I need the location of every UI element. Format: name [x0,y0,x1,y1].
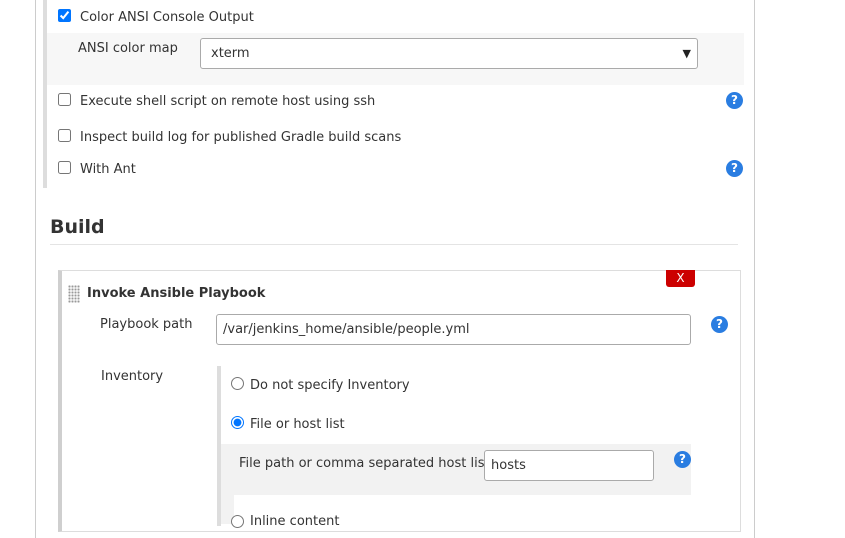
ansi-color-map-value: xterm [211,46,250,61]
inventory-label: Inventory [101,369,164,384]
help-icon[interactable]: ? [674,451,691,468]
ansi-color-map-select[interactable]: xterm ▼ [200,38,698,69]
drag-handle-icon[interactable] [68,285,80,303]
help-icon[interactable]: ? [726,160,743,177]
ansi-color-map-label: ANSI color map [78,41,178,56]
host-list-row-edge [221,444,234,524]
help-icon[interactable]: ? [711,316,728,333]
color-ansi-label: Color ANSI Console Output [80,10,254,25]
inventory-none-radio[interactable] [231,377,244,390]
delete-step-button[interactable]: X [666,270,695,287]
section-divider [50,244,738,245]
playbook-path-label: Playbook path [100,317,193,332]
help-icon[interactable]: ? [726,92,743,109]
build-section-title: Build [50,216,105,238]
gradle-scans-checkbox[interactable] [58,129,71,142]
color-ansi-checkbox[interactable] [58,9,71,22]
inventory-none-label: Do not specify Inventory [250,378,410,393]
playbook-path-input[interactable]: /var/jenkins_home/ansible/people.yml [216,314,691,345]
inventory-file-radio[interactable] [231,416,244,429]
inventory-inline-radio[interactable] [231,515,244,528]
remote-ssh-checkbox[interactable] [58,93,71,106]
inventory-inline-label: Inline content [250,514,340,529]
step-title: Invoke Ansible Playbook [87,286,266,301]
remote-ssh-label: Execute shell script on remote host usin… [80,94,376,109]
inventory-file-label: File or host list [250,417,345,432]
with-ant-label: With Ant [80,162,136,177]
gradle-scans-label: Inspect build log for published Gradle b… [80,130,402,145]
host-list-label: File path or comma separated host list [239,456,490,471]
host-list-input[interactable]: hosts [484,450,654,481]
with-ant-checkbox[interactable] [58,161,71,174]
chevron-down-icon: ▼ [682,47,691,60]
